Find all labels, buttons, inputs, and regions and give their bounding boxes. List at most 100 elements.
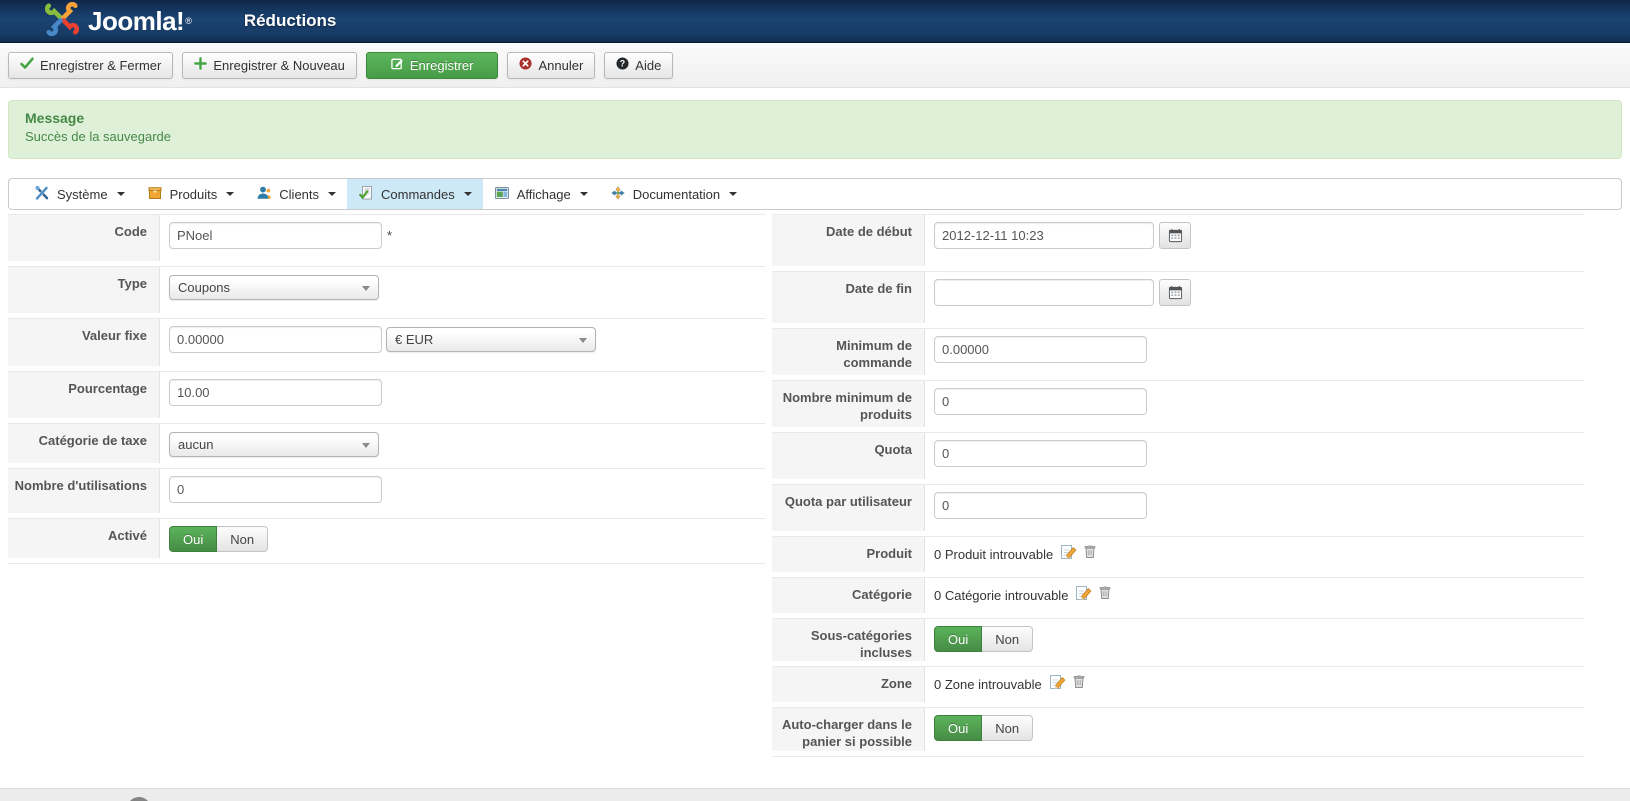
edit-icon[interactable] [1060, 544, 1077, 565]
calendar-icon [1168, 286, 1182, 300]
right-form-panel: Date de début Date de fin [772, 214, 1584, 757]
delete-icon[interactable] [1099, 585, 1111, 605]
chevron-down-icon [116, 192, 125, 196]
field-label: Produit [772, 537, 925, 572]
fixed-value-input[interactable] [169, 326, 382, 353]
form-row-categorie-taxe: Catégorie de taxe aucun [8, 424, 765, 469]
tax-category-select-value: aucun [178, 437, 214, 452]
field-label: Activé [8, 519, 160, 558]
currency-select[interactable]: € EUR [386, 327, 596, 352]
registered-mark: ® [185, 16, 192, 26]
form-row-code: Code * [8, 215, 765, 267]
joomla-logo: Joomla! ® [44, 1, 192, 41]
product-minimum-input[interactable] [934, 388, 1147, 415]
active-toggle-yes[interactable]: Oui [169, 526, 218, 552]
form-row-date-debut: Date de début [772, 215, 1584, 272]
chevron-down-icon [362, 443, 370, 448]
field-label: Quota [772, 433, 925, 479]
menu-label-clients: Clients [279, 186, 320, 202]
form-row-date-fin: Date de fin [772, 272, 1584, 329]
success-message: Message Succès de la sauvegarde [8, 100, 1622, 159]
autoload-toggle-no[interactable]: Non [982, 715, 1034, 741]
docs-icon [610, 185, 626, 204]
menu-item-clients[interactable]: Clients [245, 179, 347, 209]
save-icon [391, 57, 404, 73]
delete-icon[interactable] [1073, 674, 1085, 694]
active-toggle-no[interactable]: Non [217, 526, 269, 552]
form-row-minimum-commande: Minimum de commande [772, 329, 1584, 381]
type-select[interactable]: Coupons [169, 275, 379, 300]
save-label: Enregistrer [409, 57, 474, 73]
menu-item-produits[interactable]: Produits [136, 179, 246, 209]
form-row-quota: Quota [772, 433, 1584, 485]
code-input[interactable] [169, 222, 382, 249]
field-label: Auto-charger dans le panier si possible [772, 708, 925, 751]
save-new-button[interactable]: Enregistrer & Nouveau [182, 51, 357, 79]
tax-category-select[interactable]: aucun [169, 432, 379, 457]
end-date-calendar-button[interactable] [1159, 279, 1191, 306]
type-select-value: Coupons [178, 280, 231, 295]
menu-item-systeme[interactable]: Système [23, 179, 136, 209]
field-label: Nombre minimum de produits [772, 381, 925, 427]
field-label: Type [8, 267, 160, 313]
page-title: Réductions [243, 11, 337, 30]
chevron-down-icon [328, 192, 337, 196]
start-date-input[interactable] [934, 222, 1154, 249]
quota-input[interactable] [934, 440, 1147, 467]
menu-label-systeme: Système [57, 186, 108, 202]
delete-icon[interactable] [1084, 544, 1096, 564]
form-row-zone: Zone 0 Zone introuvable [772, 667, 1584, 708]
field-label: Catégorie de taxe [8, 424, 160, 463]
chevron-down-icon [579, 338, 587, 343]
tools-icon [34, 185, 50, 204]
admin-header: Joomla! ® Réductions [0, 0, 1630, 43]
save-close-button[interactable]: Enregistrer & Fermer [8, 51, 174, 79]
field-label: Catégorie [772, 578, 925, 613]
product-value-text: 0 Produit introuvable [934, 547, 1054, 562]
menu-item-documentation[interactable]: Documentation [599, 179, 748, 209]
autoload-toggle: Oui Non [934, 715, 1034, 741]
help-label: Aide [635, 57, 662, 73]
order-icon [358, 185, 374, 204]
form-row-quota-utilisateur: Quota par utilisateur [772, 485, 1584, 537]
currency-select-value: € EUR [395, 332, 434, 347]
menu-label-produits: Produits [169, 186, 218, 202]
cancel-icon [519, 57, 533, 73]
autoload-toggle-yes[interactable]: Oui [934, 715, 983, 741]
cancel-label: Annuler [538, 57, 584, 73]
menu-item-commandes[interactable]: Commandes [347, 179, 483, 209]
form-row-active: Activé Oui Non [8, 519, 765, 564]
subcategories-toggle-no[interactable]: Non [982, 626, 1034, 652]
form-row-valeur-fixe: Valeur fixe € EUR [8, 319, 765, 372]
field-label: Minimum de commande [772, 329, 925, 375]
required-marker: * [387, 228, 393, 243]
field-label: Nombre d'utilisations [8, 469, 160, 513]
form-row-pourcentage: Pourcentage [8, 372, 765, 424]
order-minimum-input[interactable] [934, 336, 1147, 363]
chevron-down-icon [226, 192, 235, 196]
cancel-button[interactable]: Annuler [507, 51, 596, 79]
field-label: Pourcentage [8, 372, 160, 418]
edit-icon[interactable] [1075, 585, 1092, 606]
subcategories-toggle: Oui Non [934, 626, 1034, 652]
form-row-sous-categories: Sous-catégories incluses Oui Non [772, 619, 1584, 667]
subcategories-toggle-yes[interactable]: Oui [934, 626, 983, 652]
field-label: Date de fin [772, 272, 925, 323]
edit-icon[interactable] [1049, 674, 1066, 695]
form-row-auto-charger: Auto-charger dans le panier si possible … [772, 708, 1584, 757]
percentage-input[interactable] [169, 379, 382, 406]
end-date-input[interactable] [934, 279, 1154, 306]
field-label: Valeur fixe [8, 319, 160, 366]
field-label: Code [8, 215, 160, 261]
left-form-panel: Code * Type Coupons Valeur fixe € EUR [8, 214, 765, 564]
user-quota-input[interactable] [934, 492, 1147, 519]
joomla-wordmark: Joomla! [88, 5, 185, 36]
save-button[interactable]: Enregistrer [365, 51, 499, 79]
field-label: Quota par utilisateur [772, 485, 925, 531]
message-body: Succès de la sauvegarde [25, 129, 171, 144]
menu-item-affichage[interactable]: Affichage [483, 179, 599, 209]
start-date-calendar-button[interactable] [1159, 222, 1191, 249]
usage-count-input[interactable] [169, 476, 382, 503]
help-button[interactable]: ? Aide [604, 51, 674, 79]
chevron-down-icon [463, 192, 472, 196]
